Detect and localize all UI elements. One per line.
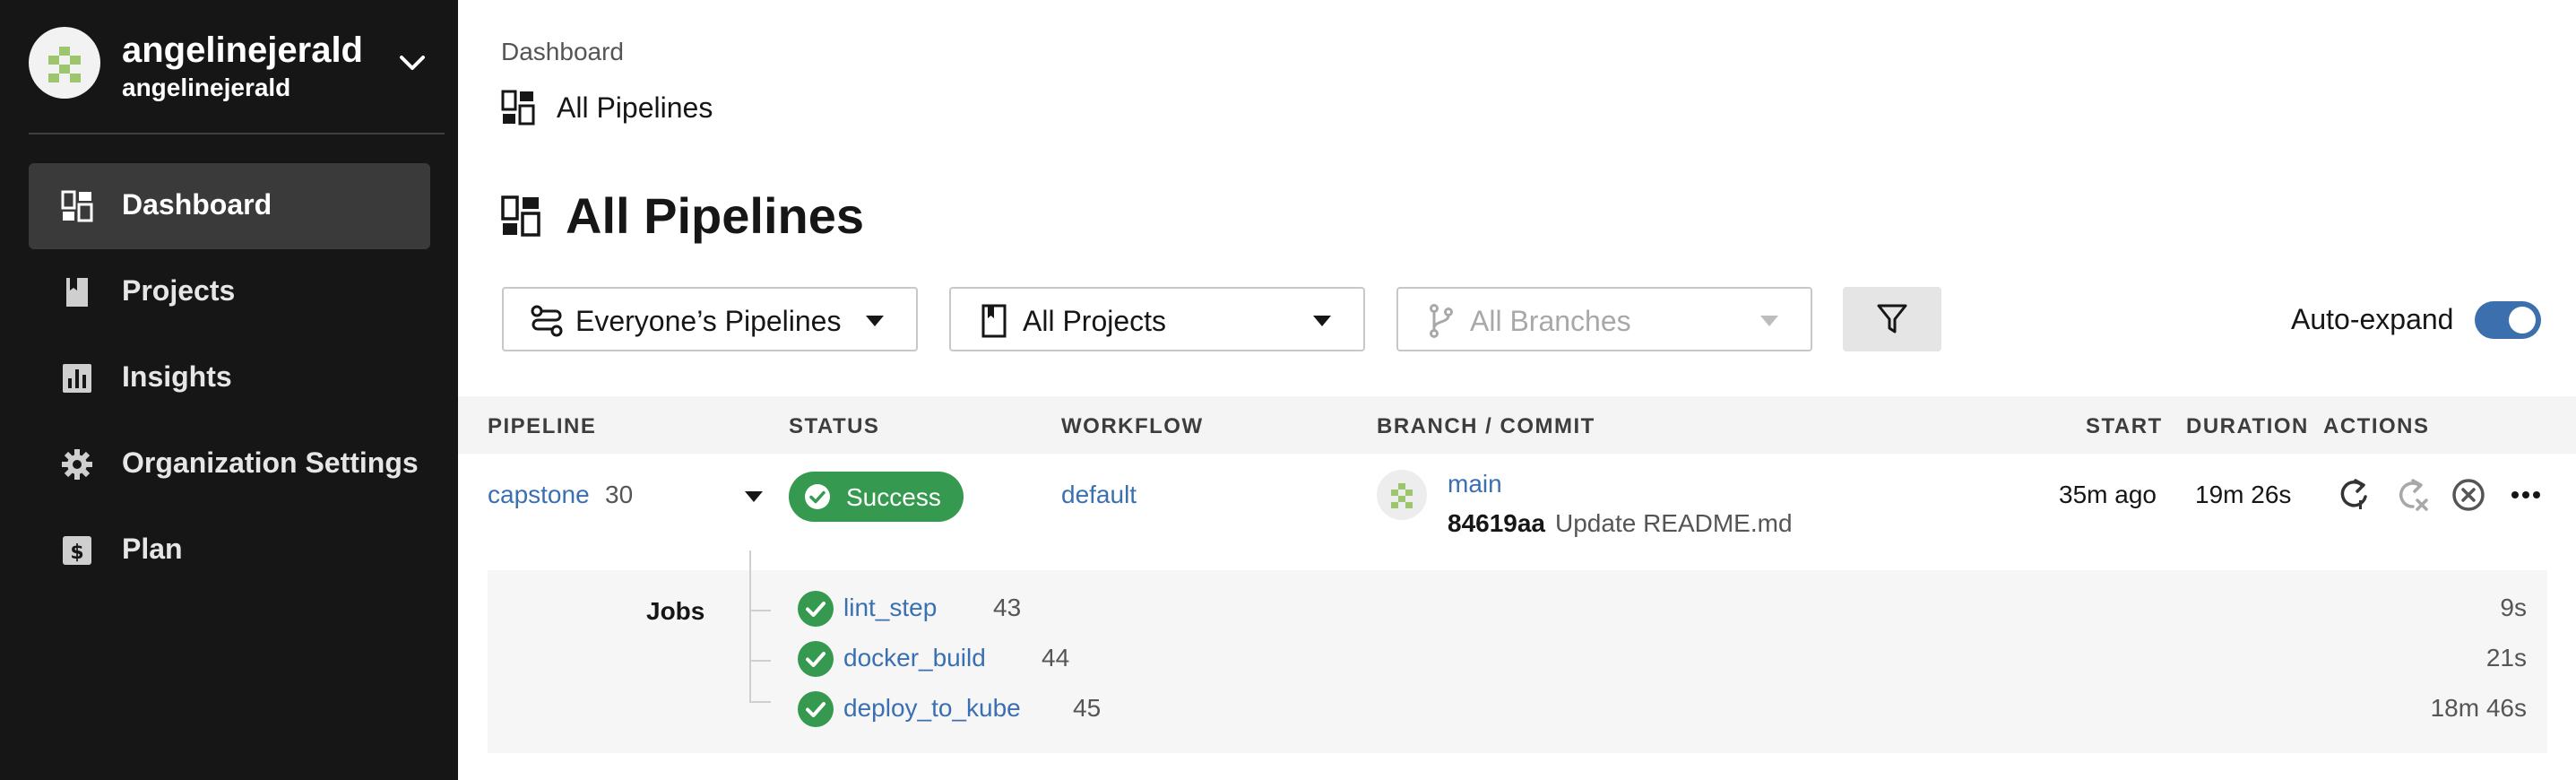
job-tree-branch [749,610,771,611]
job-link[interactable]: lint_step [843,594,937,622]
org-name: angelinejerald [122,30,363,70]
funnel-icon [1877,304,1907,334]
book-icon [981,304,1007,338]
column-header-pipeline: PIPELINE [488,414,597,438]
caret-down-icon [866,316,884,326]
sidebar-divider [29,133,445,134]
sidebar-item-organization-settings[interactable]: Organization Settings [29,421,430,507]
jobs-label: Jobs [646,597,705,625]
branches-filter-select[interactable]: All Branches [1396,287,1812,351]
column-header-actions: ACTIONS [2323,414,2430,438]
job-tree-branch [749,660,771,662]
sidebar-item-projects[interactable]: Projects [29,249,430,335]
toggle-knob [2509,307,2536,334]
job-link[interactable]: deploy_to_kube [843,694,1021,723]
sidebar-item-label: Insights [122,360,232,393]
status-badge[interactable]: Success [789,472,964,522]
list-item: lint_step 43 9s [797,588,2527,631]
breadcrumb-current-label: All Pipelines [557,91,713,124]
org-username: angelinejerald [122,74,291,101]
branches-filter-value: All Branches [1470,305,1631,337]
page-header: All Pipelines [501,186,864,245]
breadcrumb[interactable]: Dashboard [501,38,624,66]
check-circle-icon [805,484,830,509]
sidebar-item-plan[interactable]: $ Plan [29,507,430,594]
dollar-icon: $ [63,536,91,565]
pipelines-filter-value: Everyone’s Pipelines [575,305,842,337]
job-tree-line [749,550,751,703]
commit-sha[interactable]: 84619aa [1448,509,1545,538]
org-switcher[interactable]: angelinejerald angelinejerald [29,27,441,104]
projects-filter-select[interactable]: All Projects [949,287,1365,351]
job-tree-branch [749,701,771,703]
pipeline-number: 30 [605,481,634,508]
book-icon [66,278,88,307]
column-header-duration: DURATION [2186,414,2309,438]
job-number: 43 [993,594,1022,621]
expand-caret-icon[interactable] [745,491,763,502]
sidebar-item-label: Projects [122,274,236,307]
auto-expand-label: Auto-expand [2291,303,2454,335]
gear-icon [62,449,92,480]
table-header: PIPELINE STATUS WORKFLOW BRANCH / COMMIT… [458,396,2576,454]
rerun-icon[interactable] [2332,473,2375,516]
column-header-workflow: WORKFLOW [1061,414,1204,438]
job-duration: 18m 46s [2430,694,2527,722]
dashboard-icon [501,90,535,126]
bar-chart-icon [63,364,91,393]
pipelines-filter-select[interactable]: Everyone’s Pipelines [502,287,918,351]
avatar [1377,470,1427,520]
sidebar-item-label: Plan [122,533,183,565]
job-number: 44 [1042,644,1070,672]
cancel-icon[interactable] [2447,473,2490,516]
sidebar-nav: Dashboard Projects Insights Organization… [29,163,430,594]
sidebar-item-label: Organization Settings [122,446,419,479]
column-header-start: START [2086,414,2163,438]
job-duration: 9s [2500,594,2527,621]
duration: 19m 26s [2195,481,2292,508]
pipelines-icon [531,305,563,337]
filter-button[interactable] [1843,287,1941,351]
list-item: deploy_to_kube 45 18m 46s [797,689,2527,732]
status-label: Success [846,483,941,511]
sidebar: angelinejerald angelinejerald Dashboard … [0,0,458,780]
main-content: Dashboard All Pipelines All Pipelines Ev… [458,0,2576,780]
job-duration: 21s [2485,644,2527,672]
check-circle-icon [798,591,834,627]
branch-link[interactable]: main [1448,470,1502,498]
column-header-branch-commit: BRANCH / COMMIT [1377,414,1595,438]
job-number: 45 [1073,694,1102,722]
list-item: docker_build 44 21s [797,638,2527,681]
check-circle-icon [798,691,834,727]
dashboard-icon [61,190,93,222]
workflow-link[interactable]: default [1061,481,1137,509]
dashboard-icon [501,195,540,237]
chevron-down-icon[interactable] [394,45,430,81]
column-header-status: STATUS [789,414,880,438]
caret-down-icon [1760,316,1778,326]
auto-expand-toggle[interactable] [2475,301,2541,339]
caret-down-icon [1313,316,1331,326]
start-time: 35m ago [2059,481,2157,508]
page-title: All Pipelines [566,187,864,244]
more-icon[interactable] [2504,473,2547,516]
rerun-failed-icon [2399,479,2428,511]
commit-message: Update README.md [1555,509,1793,537]
sidebar-item-insights[interactable]: Insights [29,335,430,421]
pipeline-link[interactable]: capstone [488,481,590,509]
projects-filter-value: All Projects [1023,305,1167,337]
job-link[interactable]: docker_build [843,644,986,672]
svg-text:$: $ [70,542,83,564]
check-circle-icon [798,641,834,677]
breadcrumb-current: All Pipelines [501,88,713,127]
sidebar-item-label: Dashboard [122,188,272,221]
table-row: capstone 30 Success default main 84619aa… [458,454,2576,570]
org-avatar [29,27,100,99]
branch-icon [1430,304,1453,338]
jobs-panel: Jobs lint_step 43 9s docker_build 44 21s [488,550,2547,753]
sidebar-item-dashboard[interactable]: Dashboard [29,163,430,249]
